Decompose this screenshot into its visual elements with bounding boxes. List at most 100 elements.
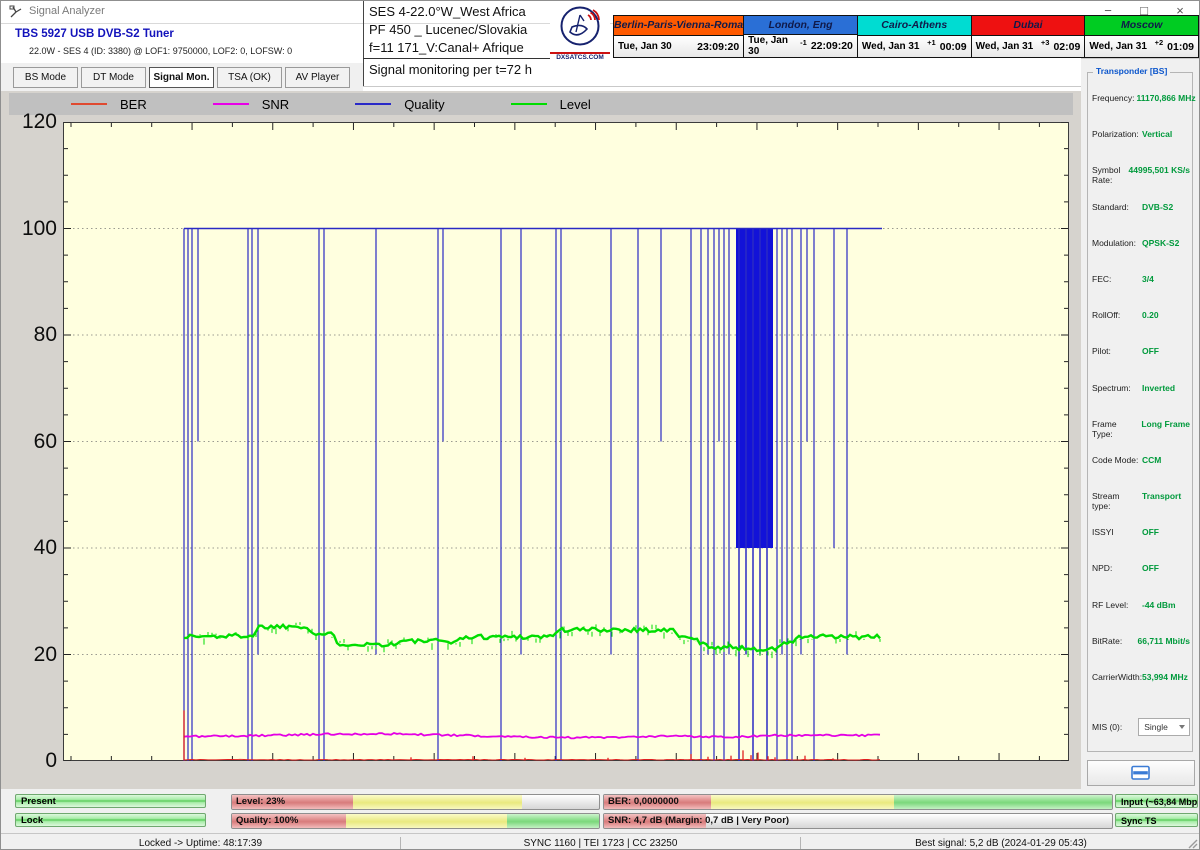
status-section-1: Locked -> Uptime: 48:17:39 xyxy=(1,837,401,850)
world-clock-london-eng: London, EngTue, Jan 30-122:09:20 xyxy=(743,15,858,58)
export-icon xyxy=(1131,765,1151,781)
level-bar-label: Level: 23% xyxy=(236,795,285,809)
transponder-row-pilot: Pilot:OFF xyxy=(1092,346,1190,382)
clock-date: Wed, Jan 31 xyxy=(1089,41,1147,52)
transponder-row-symbol-rate: Symbol Rate:44995,501 KS/s xyxy=(1092,165,1190,201)
clock-utc-offset: -1 xyxy=(800,38,807,47)
world-clocks: Berlin-Paris-Vienna-RomaTue, Jan 3023:09… xyxy=(613,15,1199,58)
level-legend-label: Level xyxy=(560,97,591,112)
transponder-row-issyi: ISSYIOFF xyxy=(1092,527,1190,563)
tab-signal-mon[interactable]: Signal Mon. xyxy=(149,67,214,88)
chevron-down-icon xyxy=(1179,725,1185,729)
clock-utc-offset: +2 xyxy=(1155,38,1164,47)
bar-segment-yellow xyxy=(711,795,894,809)
clock-time-row: Wed, Jan 31+302:09 xyxy=(972,36,1085,57)
transponder-label: ISSYI xyxy=(1092,527,1140,537)
monitoring-header: SES 4-22.0°W_West Africa PF 450 _ Lucene… xyxy=(369,3,547,79)
transponder-value: Long Frame xyxy=(1141,419,1190,429)
world-clock-cairo-athens: Cairo-AthensWed, Jan 31+100:09 xyxy=(857,15,972,58)
signal-monitoring-plot xyxy=(63,122,1069,761)
transponder-row-stream-type: Stream type:Transport xyxy=(1092,491,1190,527)
clock-time-row: Wed, Jan 31+201:09 xyxy=(1085,36,1198,57)
tab-bs-mode[interactable]: BS Mode xyxy=(13,67,78,88)
clock-city-label: Dubai xyxy=(972,16,1085,36)
transponder-label: Pilot: xyxy=(1092,346,1140,356)
clock-utc-offset: +3 xyxy=(1041,38,1050,47)
transponder-label: RF Level: xyxy=(1092,600,1140,610)
snr-bar: SNR: 4,7 dB (Margin: 0,7 dB | Very Poor) xyxy=(603,813,1113,829)
export-button[interactable] xyxy=(1087,760,1195,786)
snr-legend-dash xyxy=(213,103,249,105)
bar-segment-yellow xyxy=(353,795,522,809)
transponder-value: 11170,866 MHz xyxy=(1137,93,1196,103)
transponder-value: Transport xyxy=(1142,491,1181,501)
snr-bar-label: SNR: 4,7 dB (Margin: 0,7 dB | Very Poor) xyxy=(608,814,789,828)
ber-bar-label: BER: 0,0000000 xyxy=(608,795,679,809)
transponder-value: 44995,501 KS/s xyxy=(1129,165,1190,175)
clock-time-row: Wed, Jan 31+100:09 xyxy=(858,36,971,57)
transponder-label: Stream type: xyxy=(1092,491,1140,511)
transponder-row-npd: NPD:OFF xyxy=(1092,563,1190,599)
transponder-label: FEC: xyxy=(1092,274,1140,284)
transponder-value: 53,994 MHz xyxy=(1142,672,1188,682)
transponder-label: Modulation: xyxy=(1092,238,1140,248)
resize-grip[interactable] xyxy=(1187,838,1199,850)
bar-segment-green xyxy=(507,814,599,828)
clock-utc-offset: +1 xyxy=(927,38,936,47)
quality-bar: Quality: 100% xyxy=(231,813,600,829)
transponder-row-fec: FEC:3/4 xyxy=(1092,274,1190,310)
monitoring-subtitle: Signal monitoring per t=72 h xyxy=(369,61,547,79)
ber-bar: BER: 0,0000000 xyxy=(603,794,1113,810)
y-axis-label-20: 20 xyxy=(7,644,57,666)
quality-legend-label: Quality xyxy=(404,97,444,112)
dxsatcs-logo: DXSATCS.COM xyxy=(550,5,610,59)
transponder-row-standard: Standard:DVB-S2 xyxy=(1092,202,1190,238)
transponder-value: Vertical xyxy=(1142,129,1172,139)
clock-time: 00:09 xyxy=(940,41,967,53)
snr-legend-label: SNR xyxy=(262,97,289,112)
logo-text: DXSATCS.COM xyxy=(550,52,610,62)
mis-dropdown[interactable]: Single xyxy=(1138,718,1190,736)
level-legend-dash xyxy=(511,103,547,105)
transponder-value: QPSK-S2 xyxy=(1142,238,1179,248)
ber-legend-label: BER xyxy=(120,97,147,112)
transponder-row-frequency: Frequency:11170,866 MHz xyxy=(1092,93,1190,129)
transponder-row-rolloff: RollOff:0.20 xyxy=(1092,310,1190,346)
quality-bar-label: Quality: 100% xyxy=(236,814,298,828)
transponder-row-rf-level: RF Level:-44 dBm xyxy=(1092,600,1190,636)
tab-av-player[interactable]: AV Player xyxy=(285,67,350,88)
transponder-label: Polarization: xyxy=(1092,129,1140,139)
world-clock-dubai: DubaiWed, Jan 31+302:09 xyxy=(971,15,1086,58)
clock-date: Tue, Jan 30 xyxy=(748,35,800,57)
chart-legend: BER SNR Quality Level xyxy=(9,93,1073,115)
tab-tsa-ok[interactable]: TSA (OK) xyxy=(217,67,282,88)
transponder-value: Inverted xyxy=(1142,383,1175,393)
transponder-panel: Transponder [BS] Frequency:11170,866 MHz… xyxy=(1081,58,1200,850)
transponder-row-modulation: Modulation:QPSK-S2 xyxy=(1092,238,1190,274)
transponder-rows: Frequency:11170,866 MHzPolarization:Vert… xyxy=(1092,93,1190,742)
world-clock-moscow: MoscowWed, Jan 31+201:09 xyxy=(1084,15,1199,58)
header-rule-2 xyxy=(363,86,1081,87)
input-badge: Input (~63,84 Mbps) xyxy=(1115,794,1198,808)
y-axis-label-0: 0 xyxy=(7,750,57,772)
transponder-label: BitRate: xyxy=(1092,636,1136,646)
y-axis-label-120: 120 xyxy=(7,111,57,133)
transponder-label: NPD: xyxy=(1092,563,1140,573)
clock-city-label: Berlin-Paris-Vienna-Roma xyxy=(614,16,743,36)
present-badge: Present xyxy=(15,794,206,808)
transponder-group: Transponder [BS] Frequency:11170,866 MHz… xyxy=(1087,72,1193,752)
transponder-label: Spectrum: xyxy=(1092,383,1140,393)
tab-dt-mode[interactable]: DT Mode xyxy=(81,67,146,88)
transponder-value: DVB-S2 xyxy=(1142,202,1173,212)
transponder-value: OFF xyxy=(1142,346,1159,356)
satellite-title: SES 4-22.0°W_West Africa xyxy=(369,3,547,21)
clock-time-row: Tue, Jan 30-122:09:20 xyxy=(744,35,857,57)
transponder-row-frame-type: Frame Type:Long Frame xyxy=(1092,419,1190,455)
transponder-value: 0.20 xyxy=(1142,310,1159,320)
level-bar: Level: 23% xyxy=(231,794,600,810)
signal-status-bars: Present Level: 23% BER: 0,0000000 Input … xyxy=(1,789,1200,833)
transponder-value: OFF xyxy=(1142,563,1159,573)
transponder-label: Symbol Rate: xyxy=(1092,165,1127,185)
y-axis-label-100: 100 xyxy=(7,218,57,240)
tabs: BS ModeDT ModeSignal Mon.TSA (OK)AV Play… xyxy=(13,67,350,88)
